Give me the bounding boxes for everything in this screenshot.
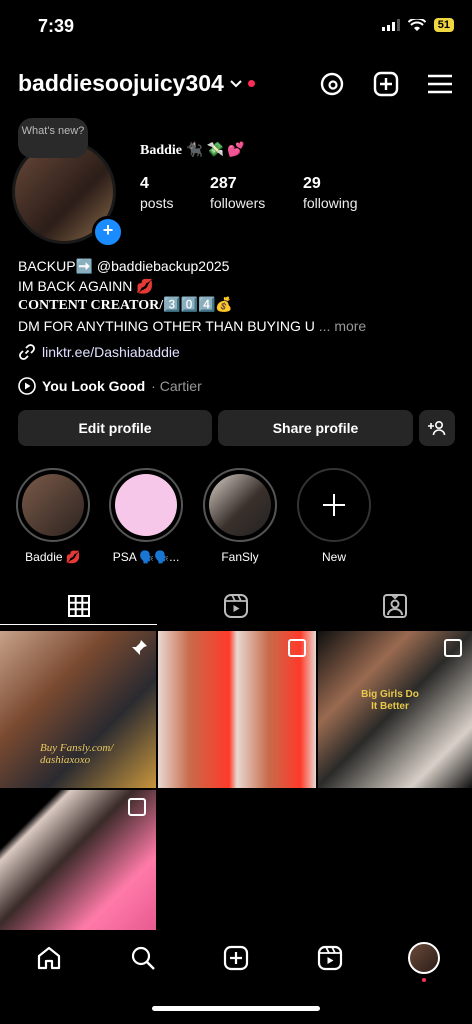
nav-search[interactable] <box>123 938 163 978</box>
tagged-icon <box>383 594 407 618</box>
active-tab-indicator <box>0 624 157 625</box>
music-song: You Look Good <box>42 378 146 394</box>
following-stat[interactable]: 29 following <box>303 175 357 211</box>
bio-line-with-more: DM FOR ANYTHING OTHER THAN BUYING U ... … <box>18 318 367 334</box>
add-story-button[interactable]: + <box>92 216 124 248</box>
carousel-icon <box>288 639 306 657</box>
username: baddiesoojuicy304 <box>18 70 224 96</box>
highlight-psa[interactable]: PSA 🗣️🗣️... <box>109 468 183 564</box>
grid-icon <box>68 595 90 617</box>
nav-create[interactable] <box>216 938 256 978</box>
highlight-label: New <box>321 550 346 564</box>
nav-home[interactable] <box>29 938 69 978</box>
edit-profile-button[interactable]: Edit profile <box>18 410 212 446</box>
highlight-baddie[interactable]: Baddie 💋 <box>16 468 90 564</box>
signal-icon <box>381 19 400 31</box>
wifi-icon <box>407 18 426 31</box>
home-indicator <box>152 1006 320 1011</box>
more-link[interactable]: ... more <box>319 318 366 334</box>
profile-link[interactable]: linktr.ee/Dashiabaddie <box>18 343 180 361</box>
carousel-icon <box>444 639 462 657</box>
highlight-cover <box>115 474 177 536</box>
reels-icon <box>317 945 343 971</box>
bio-line: CONTENT CREATOR/3️⃣0️⃣4️⃣💰 <box>18 298 233 313</box>
profile-music[interactable]: You Look Good · Cartier <box>18 377 202 395</box>
search-icon <box>131 946 155 970</box>
discover-people-button[interactable] <box>419 410 455 446</box>
nav-reels[interactable] <box>310 938 350 978</box>
create-icon <box>223 945 249 971</box>
note-bubble[interactable]: What's new? <box>18 118 88 158</box>
highlight-label: Baddie 💋 <box>25 550 81 564</box>
posts-stat[interactable]: 4 posts <box>140 175 173 211</box>
plus-icon <box>323 494 345 516</box>
bio-line: IM BACK AGAINN 💋 <box>18 278 154 294</box>
threads-icon[interactable] <box>316 68 348 100</box>
post-tile[interactable]: Buy Fansly.com/ dashiaxoxo <box>0 631 156 788</box>
notification-dot <box>422 978 426 982</box>
reels-icon <box>224 594 248 618</box>
display-name: Baddie 🐈‍⬛ 💸 💕 <box>140 143 245 158</box>
pin-icon <box>132 640 147 655</box>
post-caption: Buy Fansly.com/ dashiaxoxo <box>40 742 114 766</box>
bio-line: BACKUP➡️ @baddiebackup2025 <box>18 258 230 274</box>
post-tile[interactable]: Big Girls Do It Better <box>318 631 472 788</box>
highlight-cover <box>209 474 271 536</box>
menu-icon[interactable] <box>424 68 456 100</box>
play-icon <box>18 377 36 395</box>
profile-avatar <box>408 942 440 974</box>
post-tile[interactable] <box>0 790 156 930</box>
highlight-label: PSA 🗣️🗣️... <box>112 550 180 564</box>
new-highlight-button[interactable]: New <box>297 468 371 564</box>
add-person-icon <box>428 420 446 436</box>
tab-reels[interactable] <box>216 590 256 622</box>
followers-stat[interactable]: 287 followers <box>210 175 265 211</box>
status-indicators: 51 <box>381 18 454 32</box>
link-icon <box>19 344 35 360</box>
share-profile-button[interactable]: Share profile <box>218 410 413 446</box>
nav-profile[interactable] <box>404 938 444 978</box>
music-artist: · Cartier <box>151 378 202 394</box>
highlight-fansly[interactable]: FanSly <box>203 468 277 564</box>
bio: BACKUP➡️ @baddiebackup2025 IM BACK AGAIN… <box>18 256 458 336</box>
tab-posts-grid[interactable] <box>59 590 99 622</box>
tab-tagged[interactable] <box>375 590 415 622</box>
highlight-label: FanSly <box>221 550 259 564</box>
status-time: 7:39 <box>38 16 75 36</box>
account-switcher[interactable]: baddiesoojuicy304 <box>18 70 255 97</box>
post-caption: Big Girls Do It Better <box>361 689 419 712</box>
chevron-down-icon <box>230 79 242 87</box>
battery-indicator: 51 <box>433 18 454 32</box>
post-tile[interactable] <box>158 631 316 788</box>
highlight-cover <box>22 474 84 536</box>
carousel-icon <box>128 798 146 816</box>
link-text: linktr.ee/Dashiabaddie <box>42 344 180 360</box>
create-post-icon[interactable] <box>370 68 402 100</box>
home-icon <box>37 946 61 970</box>
notification-dot <box>247 80 255 87</box>
